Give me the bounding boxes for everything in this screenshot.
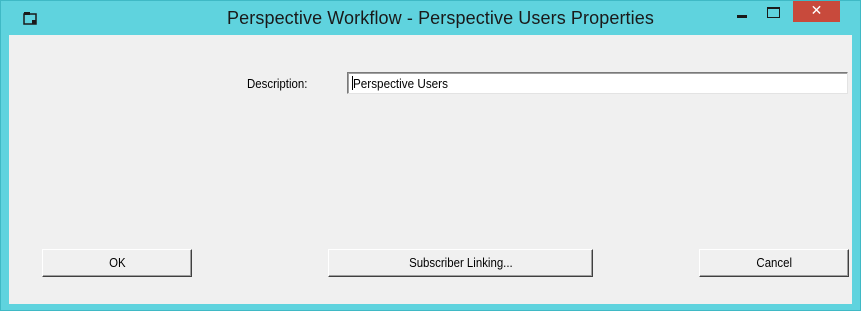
title-bar[interactable]: Perspective Workflow - Perspective Users… xyxy=(1,1,860,35)
cancel-button-label: Cancel xyxy=(756,255,792,270)
window-title-text: Perspective Workflow - Perspective Users… xyxy=(227,8,654,28)
description-label: Description: xyxy=(247,76,308,91)
description-value: Perspective Users xyxy=(353,76,448,91)
close-button[interactable]: ✕ xyxy=(793,1,840,22)
subscriber-linking-button[interactable]: Subscriber Linking... xyxy=(328,249,593,277)
maximize-button[interactable] xyxy=(759,4,786,24)
ok-button-label: OK xyxy=(108,255,126,270)
ok-button[interactable]: OK xyxy=(42,249,192,277)
cancel-button[interactable]: Cancel xyxy=(699,249,849,277)
properties-window: Perspective Workflow - Perspective Users… xyxy=(0,0,861,311)
minimize-button[interactable] xyxy=(728,4,755,24)
dialog-body: Description: Perspective Users OK Subscr… xyxy=(9,35,852,304)
close-icon: ✕ xyxy=(810,3,823,19)
description-input[interactable]: Perspective Users xyxy=(347,72,848,94)
subscriber-linking-button-label: Subscriber Linking... xyxy=(408,255,513,270)
